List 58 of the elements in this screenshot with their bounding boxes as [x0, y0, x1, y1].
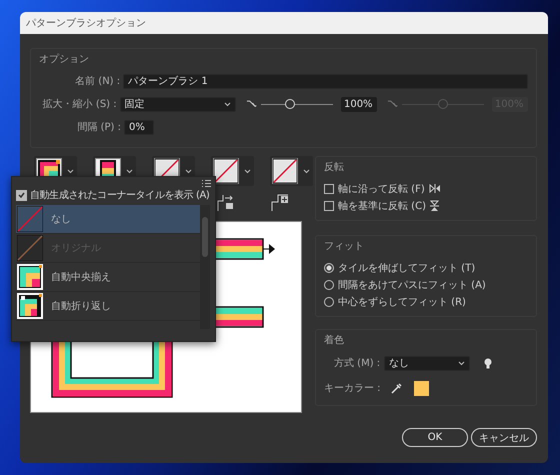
auto-corner-tile-icon [17, 293, 43, 319]
corner-out-icon [217, 194, 235, 212]
radio-button[interactable] [324, 296, 334, 306]
eyedropper-icon[interactable] [390, 382, 402, 394]
chevron-down-icon [224, 102, 231, 106]
dialog-button[interactable]: OK [402, 428, 468, 447]
chevron-down-icon [244, 168, 251, 174]
checkbox[interactable] [324, 200, 334, 210]
name-field[interactable]: パターンブラシ 1 [123, 74, 528, 88]
original-tile-icon [17, 235, 43, 261]
field-label: 方式 (M) : [334, 356, 380, 370]
field-label: 名前 (N) : [74, 75, 122, 88]
tile-button[interactable] [270, 156, 313, 186]
lightbulb-icon[interactable] [484, 358, 492, 368]
checkbox[interactable] [16, 190, 27, 200]
slider-max-icon [387, 99, 398, 109]
radio-label: 中心をずらしてフィット (R) [338, 296, 466, 308]
group-legend: オプション [39, 52, 528, 66]
no-tile-icon [273, 158, 297, 184]
chevron-down-icon [303, 168, 310, 174]
scale-dropdown[interactable]: 固定 [120, 96, 236, 112]
radio-button[interactable] [324, 262, 334, 272]
checkbox[interactable] [324, 184, 334, 194]
chevron-down-icon [67, 168, 74, 174]
auto-corner-tile-icon [17, 264, 43, 290]
chevron-down-icon [126, 168, 133, 174]
tile-button[interactable] [211, 156, 254, 186]
group-legend: フィット [324, 239, 528, 253]
key-color-swatch[interactable] [414, 380, 429, 396]
window-title: パターンブラシオプション [20, 12, 548, 34]
radio-label: タイルを伸ばしてフィット (T) [338, 262, 476, 274]
chevron-down-icon [458, 360, 466, 366]
checkbox-label: 軸に沿って反転 (F) [338, 182, 425, 196]
radio-label: 間隔をあけてパスにフィット (A) [338, 278, 486, 292]
scrollbar[interactable] [200, 205, 210, 329]
group-legend: 着色 [324, 333, 528, 347]
corner-tile-option[interactable]: 自動中央揃え [16, 263, 200, 292]
corner-tile-option[interactable]: 自動折り返し [16, 292, 200, 321]
corner-tile-option[interactable]: なし [16, 205, 200, 234]
spacing-field[interactable]: 0% [124, 120, 154, 134]
checkbox-label: 軸を基準に反転 (C) [338, 200, 426, 212]
method-dropdown[interactable]: なし [384, 356, 470, 370]
dialog-button[interactable]: キャンセル [471, 428, 537, 447]
group-legend: 反転 [324, 160, 528, 174]
flip-along-icon [428, 184, 441, 193]
field-label: キーカラー : [324, 382, 381, 395]
checkbox-label: 自動生成されたコーナータイルを表示 (A) [30, 188, 210, 202]
slider-min-icon [246, 99, 258, 109]
field-label: 間隔 (P) : [76, 121, 122, 134]
menu-icon[interactable] [202, 180, 211, 187]
chevron-down-icon [185, 168, 192, 174]
flip-across-icon [430, 200, 439, 212]
percent-field[interactable]: 100% [340, 96, 378, 112]
radio-button[interactable] [324, 280, 334, 290]
field-label: 拡大・縮小 (S) : [42, 98, 118, 111]
corner-in-icon [271, 194, 289, 212]
no-tile-icon [214, 158, 238, 184]
no-tile-icon [17, 206, 43, 232]
